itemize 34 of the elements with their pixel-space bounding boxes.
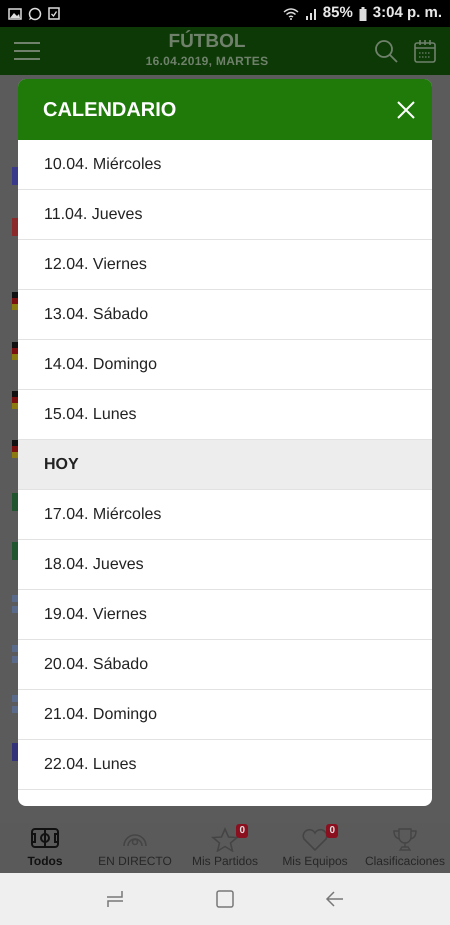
today-item[interactable]: HOY <box>18 440 432 490</box>
home-icon[interactable] <box>215 889 235 909</box>
close-icon[interactable] <box>396 100 416 120</box>
wifi-icon <box>282 8 299 20</box>
back-icon[interactable] <box>325 889 345 909</box>
date-item[interactable]: 17.04. Miércoles <box>18 490 432 540</box>
date-item[interactable]: 18.04. Jueves <box>18 540 432 590</box>
calendar-icon[interactable] <box>414 39 436 63</box>
date-item[interactable]: 12.04. Viernes <box>18 240 432 290</box>
dialog-title: CALENDARIO <box>43 98 178 122</box>
gallery-icon <box>8 8 22 20</box>
checklist-icon <box>48 7 60 20</box>
date-item[interactable]: 21.04. Domingo <box>18 690 432 740</box>
count-badge: 0 <box>236 824 248 838</box>
menu-icon[interactable] <box>14 42 40 60</box>
signal-icon <box>304 8 317 20</box>
date-item[interactable]: 13.04. Sábado <box>18 290 432 340</box>
date-item[interactable]: 19.04. Viernes <box>18 590 432 640</box>
chat-icon <box>28 6 42 20</box>
star-icon <box>210 827 240 852</box>
date-item[interactable]: 11.04. Jueves <box>18 190 432 240</box>
date-item[interactable]: 22.04. Lunes <box>18 740 432 790</box>
app-title: FÚTBOL <box>168 32 246 52</box>
clock: 3:04 p. m. <box>372 3 442 24</box>
heart-icon <box>300 827 330 852</box>
date-subtitle: 16.04.2019, MARTES <box>146 53 268 70</box>
date-item[interactable]: 20.04. Sábado <box>18 640 432 690</box>
count-badge: 0 <box>326 824 338 838</box>
date-item[interactable]: 14.04. Domingo <box>18 340 432 390</box>
date-item[interactable]: 10.04. Miércoles <box>18 140 432 190</box>
recent-apps-icon[interactable] <box>105 889 125 909</box>
battery-percentage: 85% <box>322 3 353 24</box>
battery-icon <box>358 6 367 20</box>
search-icon[interactable] <box>374 39 398 63</box>
